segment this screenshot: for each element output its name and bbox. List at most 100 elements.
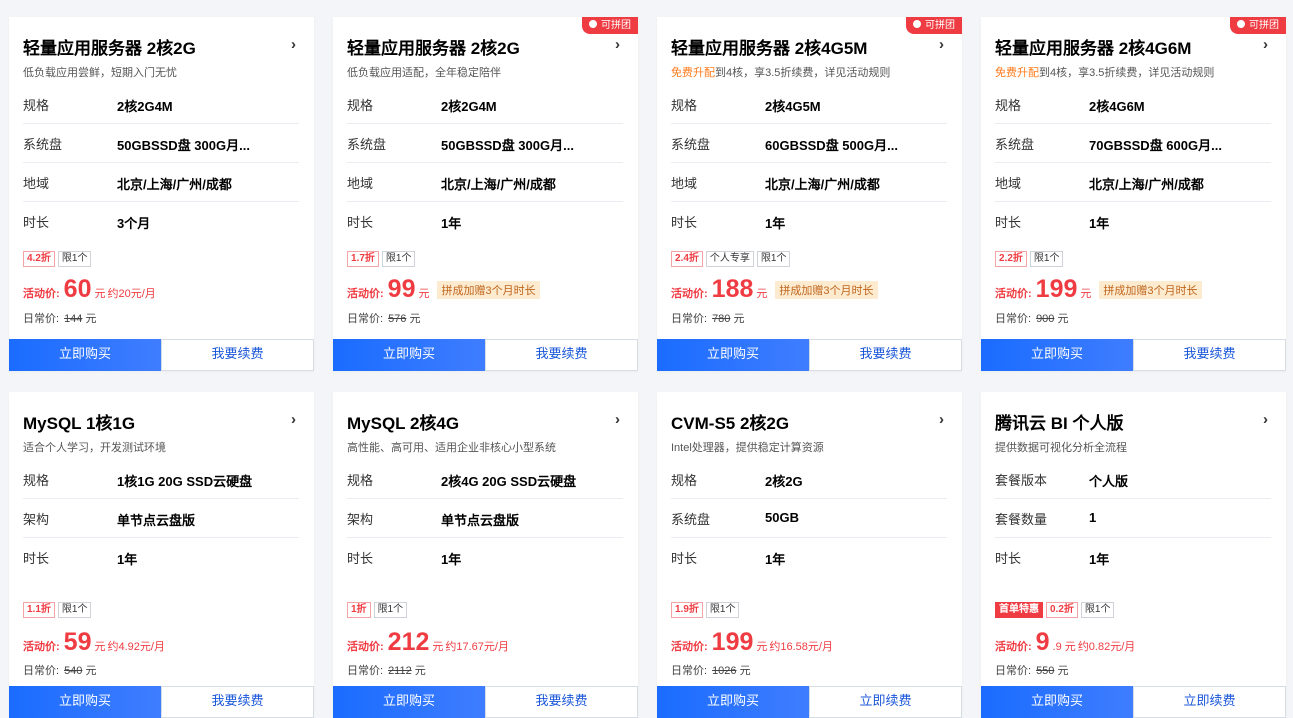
spec-value[interactable]: 北京/上海/广州/成都: [117, 174, 232, 193]
spec-value[interactable]: 2核2G4M: [441, 96, 497, 115]
spec-value[interactable]: 50GB: [765, 510, 799, 525]
spec-value[interactable]: 北京/上海/广州/成都: [1089, 174, 1204, 193]
spec-value[interactable]: 70GBSSD盘 600G月...: [1089, 135, 1222, 154]
spec-row[interactable]: 地域 北京/上海/广州/成都: [671, 163, 947, 202]
price-label: 活动价:: [347, 288, 384, 300]
spec-row[interactable]: 规格 1核1G 20G SSD云硬盘: [23, 460, 299, 499]
buy-now-button[interactable]: 立即购买: [9, 339, 161, 371]
product-title[interactable]: MySQL 2核4G: [347, 409, 459, 434]
normal-price-unit: 元: [85, 313, 97, 325]
renew-button[interactable]: 我要续费: [485, 339, 638, 371]
product-title[interactable]: 轻量应用服务器 2核2G: [347, 34, 520, 59]
chevron-right-icon[interactable]: ›: [291, 36, 296, 53]
renew-button[interactable]: 立即续费: [809, 686, 962, 718]
spec-value[interactable]: 1年: [1089, 549, 1109, 568]
spec-row[interactable]: 系统盘 50GB: [671, 499, 947, 538]
spec-row[interactable]: 时长 1年: [671, 538, 947, 576]
spec-value[interactable]: 2核4G5M: [765, 96, 821, 115]
spec-row[interactable]: 规格 2核2G4M: [347, 85, 623, 124]
spec-row[interactable]: 时长 3个月: [23, 202, 299, 240]
product-title[interactable]: 轻量应用服务器 2核4G6M: [995, 34, 1191, 59]
spec-value[interactable]: 北京/上海/广州/成都: [765, 174, 880, 193]
product-title[interactable]: 轻量应用服务器 2核2G: [23, 34, 196, 59]
spec-row[interactable]: 系统盘 60GBSSD盘 500G月...: [671, 124, 947, 163]
spec-value[interactable]: 1年: [117, 549, 137, 568]
spec-row[interactable]: 时长 1年: [671, 202, 947, 240]
renew-button[interactable]: 我要续费: [485, 686, 638, 718]
spec-value[interactable]: 单节点云盘版: [117, 510, 195, 529]
spec-value[interactable]: 单节点云盘版: [441, 510, 519, 529]
buy-now-button[interactable]: 立即购买: [981, 339, 1133, 371]
spec-value[interactable]: 1年: [765, 549, 785, 568]
buy-now-button[interactable]: 立即购买: [333, 339, 485, 371]
product-card: 可拼团 轻量应用服务器 2核2G › 低负载应用适配，全年稳定陪伴 规格 2核2G4M…: [333, 17, 638, 371]
normal-price-unit: 元: [85, 665, 97, 677]
spec-row[interactable]: 架构 单节点云盘版: [347, 499, 623, 538]
spec-value[interactable]: 1年: [1089, 213, 1109, 232]
spec-row[interactable]: 规格 2核2G4M: [23, 85, 299, 124]
spec-label: 时长: [347, 215, 374, 230]
spec-value[interactable]: 北京/上海/广州/成都: [441, 174, 556, 193]
spec-value[interactable]: 2核2G: [765, 471, 803, 490]
spec-value[interactable]: 1年: [441, 213, 461, 232]
chevron-right-icon[interactable]: ›: [1263, 411, 1268, 428]
spec-value[interactable]: 1: [1089, 510, 1096, 525]
badge-list: 1.9折 限1个: [671, 602, 742, 618]
buy-now-button[interactable]: 立即购买: [657, 339, 809, 371]
spec-value[interactable]: 1年: [441, 549, 461, 568]
buy-now-button[interactable]: 立即购买: [333, 686, 485, 718]
spec-value[interactable]: 50GBSSD盘 300G月...: [117, 135, 250, 154]
chevron-right-icon[interactable]: ›: [939, 411, 944, 428]
chevron-right-icon[interactable]: ›: [615, 36, 620, 53]
spec-row[interactable]: 规格 2核4G6M: [995, 85, 1271, 124]
chevron-right-icon[interactable]: ›: [291, 411, 296, 428]
spec-row[interactable]: 时长 1年: [347, 538, 623, 576]
chevron-right-icon[interactable]: ›: [939, 36, 944, 53]
spec-value[interactable]: 2核4G 20G SSD云硬盘: [441, 471, 576, 490]
spec-value[interactable]: 2核4G6M: [1089, 96, 1145, 115]
product-title[interactable]: CVM-S5 2核2G: [671, 409, 789, 434]
product-title[interactable]: 轻量应用服务器 2核4G5M: [671, 34, 867, 59]
spec-row[interactable]: 规格 2核4G5M: [671, 85, 947, 124]
spec-value[interactable]: 个人版: [1089, 471, 1128, 490]
buy-now-button[interactable]: 立即购买: [657, 686, 809, 718]
spec-label: 时长: [23, 215, 50, 230]
spec-value[interactable]: 60GBSSD盘 500G月...: [765, 135, 898, 154]
renew-button[interactable]: 立即续费: [1133, 686, 1286, 718]
spec-row[interactable]: 时长 1年: [23, 538, 299, 576]
spec-row[interactable]: 时长 1年: [995, 538, 1271, 576]
spec-row[interactable]: 系统盘 50GBSSD盘 300G月...: [23, 124, 299, 163]
spec-value[interactable]: 50GBSSD盘 300G月...: [441, 135, 574, 154]
buy-now-button[interactable]: 立即购买: [9, 686, 161, 718]
spec-value[interactable]: 3个月: [117, 213, 150, 232]
spec-row[interactable]: 套餐版本 个人版: [995, 460, 1271, 499]
renew-button[interactable]: 我要续费: [809, 339, 962, 371]
renew-button[interactable]: 我要续费: [1133, 339, 1286, 371]
normal-price-value: 576: [388, 313, 407, 325]
chevron-right-icon[interactable]: ›: [1263, 36, 1268, 53]
spec-row[interactable]: 规格 2核2G: [671, 460, 947, 499]
spec-row[interactable]: 地域 北京/上海/广州/成都: [995, 163, 1271, 202]
product-title[interactable]: MySQL 1核1G: [23, 409, 135, 434]
buy-now-button[interactable]: 立即购买: [981, 686, 1133, 718]
spec-row[interactable]: 系统盘 70GBSSD盘 600G月...: [995, 124, 1271, 163]
spec-value[interactable]: 1核1G 20G SSD云硬盘: [117, 471, 252, 490]
chevron-right-icon[interactable]: ›: [615, 411, 620, 428]
monthly-price: 约16.58元/月: [769, 641, 833, 653]
spec-row[interactable]: 时长 1年: [995, 202, 1271, 240]
spec-row[interactable]: 规格 2核4G 20G SSD云硬盘: [347, 460, 623, 499]
badge: 限1个: [705, 602, 740, 618]
spec-row[interactable]: 地域 北京/上海/广州/成都: [23, 163, 299, 202]
spec-row[interactable]: 系统盘 50GBSSD盘 300G月...: [347, 124, 623, 163]
renew-button[interactable]: 我要续费: [161, 339, 314, 371]
product-title[interactable]: 腾讯云 BI 个人版: [995, 409, 1123, 434]
spec-value[interactable]: 1年: [765, 213, 785, 232]
spec-row[interactable]: 架构 单节点云盘版: [23, 499, 299, 538]
renew-button[interactable]: 我要续费: [161, 686, 314, 718]
spec-row[interactable]: 地域 北京/上海/广州/成都: [347, 163, 623, 202]
spec-row[interactable]: 套餐数量 1: [995, 499, 1271, 538]
badge: 限1个: [756, 251, 791, 267]
price-unit: .9 元: [1052, 641, 1076, 653]
spec-row[interactable]: 时长 1年: [347, 202, 623, 240]
spec-value[interactable]: 2核2G4M: [117, 96, 173, 115]
